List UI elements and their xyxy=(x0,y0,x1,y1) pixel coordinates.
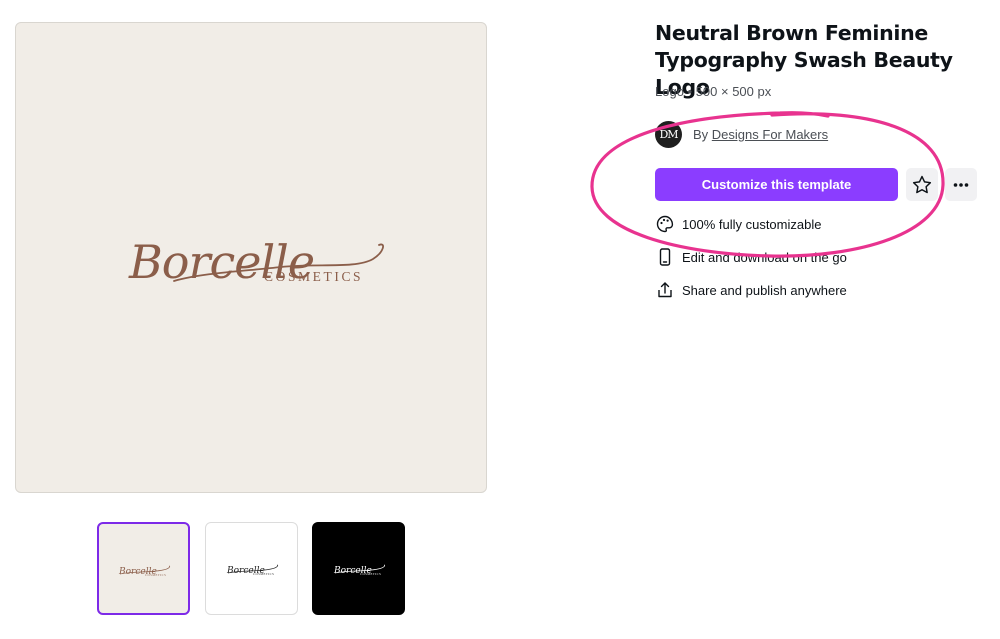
thumbnail-white[interactable]: Borcelle COSMETICS xyxy=(205,522,298,615)
by-label: By xyxy=(693,127,709,142)
template-preview[interactable]: Borcelle COSMETICS xyxy=(15,22,487,493)
favorite-button[interactable] xyxy=(906,168,938,201)
template-meta: Logo • 500 × 500 px xyxy=(655,84,772,99)
feature-label: 100% fully customizable xyxy=(682,216,822,232)
thumbnail-tagline: COSMETICS xyxy=(253,572,274,576)
thumbnail-tagline: COSMETICS xyxy=(145,573,166,577)
author-link[interactable]: Designs For Makers xyxy=(712,127,828,142)
logo-tagline: COSMETICS xyxy=(264,269,363,284)
feature-label: Edit and download on the go xyxy=(682,249,847,265)
palette-icon xyxy=(656,215,674,233)
mobile-phone-icon xyxy=(659,248,671,266)
feature-customizable: 100% fully customizable xyxy=(655,214,821,234)
star-icon xyxy=(912,175,932,193)
feature-share: Share and publish anywhere xyxy=(655,280,847,300)
share-upload-icon xyxy=(658,282,672,298)
thumbnail-cream[interactable]: Borcelle COSMETICS xyxy=(97,522,190,615)
more-horizontal-icon xyxy=(953,182,969,187)
author-avatar[interactable]: DM xyxy=(655,121,682,148)
thumbnail-tagline: COSMETICS xyxy=(360,572,381,576)
customize-template-button[interactable]: Customize this template xyxy=(655,168,898,201)
more-options-button[interactable] xyxy=(945,168,977,201)
feature-label: Share and publish anywhere xyxy=(682,282,847,298)
feature-mobile: Edit and download on the go xyxy=(655,247,847,267)
logo-artwork: Borcelle COSMETICS xyxy=(128,235,384,289)
thumbnail-black[interactable]: Borcelle COSMETICS xyxy=(312,522,405,615)
author-byline: By Designs For Makers xyxy=(693,127,828,142)
